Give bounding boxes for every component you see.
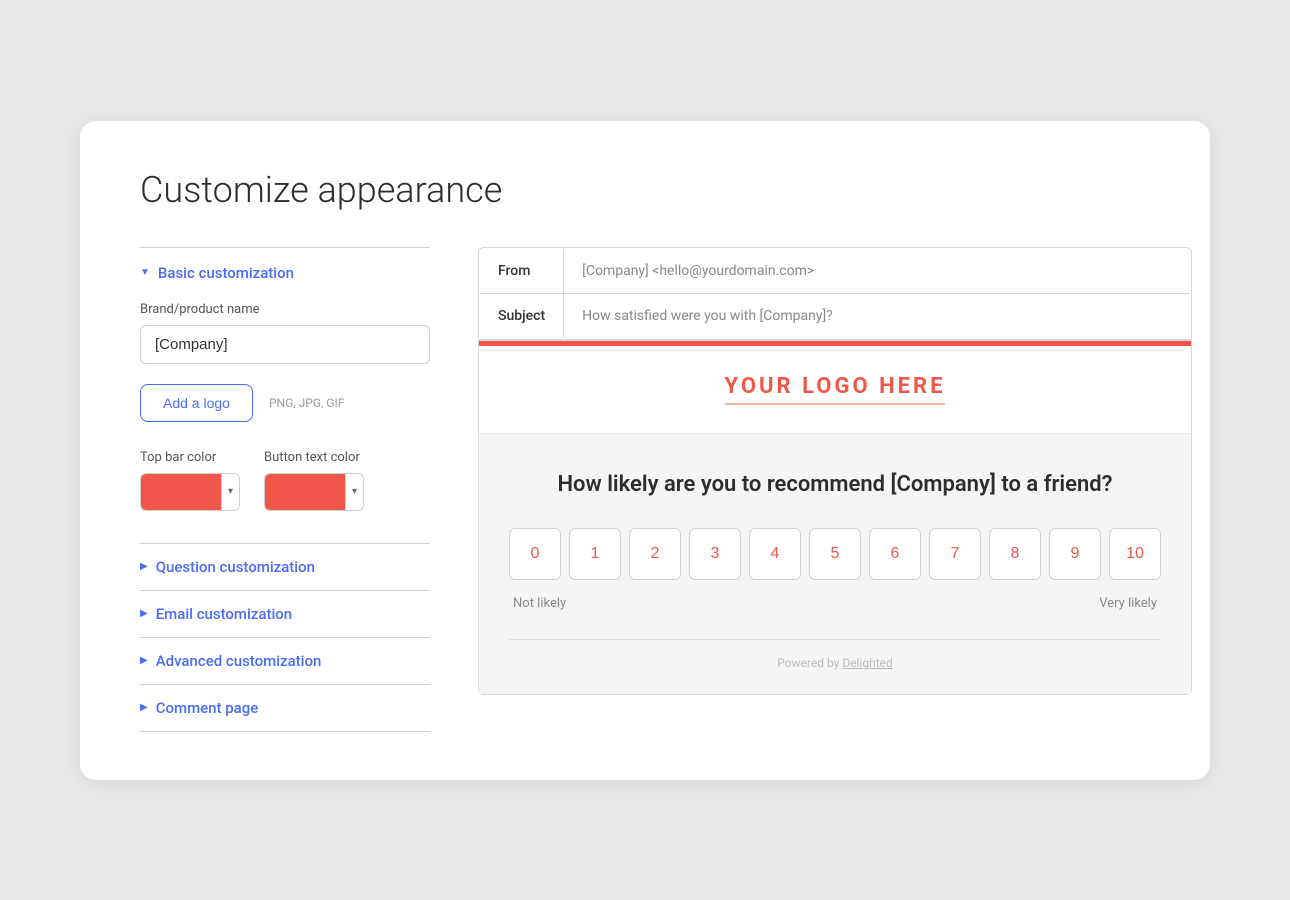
- top-bar-color-label: Top bar color: [140, 450, 240, 465]
- color-dropdown-arrow-icon: ▾: [221, 474, 239, 510]
- nps-button-10[interactable]: 10: [1109, 528, 1161, 580]
- chevron-right-icon: [140, 608, 148, 619]
- button-text-color-label: Button text color: [264, 450, 364, 465]
- button-text-color-swatch: [265, 474, 345, 510]
- top-bar-color-picker[interactable]: ▾: [140, 473, 240, 511]
- nps-button-3[interactable]: 3: [689, 528, 741, 580]
- nps-button-6[interactable]: 6: [869, 528, 921, 580]
- subject-label: Subject: [480, 293, 564, 338]
- advanced-customization-label: Advanced customization: [156, 652, 322, 670]
- comment-page-label: Comment page: [156, 699, 259, 717]
- chevron-down-icon: [140, 267, 150, 278]
- survey-body: How likely are you to recommend [Company…: [479, 434, 1191, 695]
- page-title: Customize appearance: [140, 169, 1150, 211]
- button-text-color-picker[interactable]: ▾: [264, 473, 364, 511]
- survey-question: How likely are you to recommend [Company…: [509, 470, 1161, 501]
- nps-button-7[interactable]: 7: [929, 528, 981, 580]
- nps-button-1[interactable]: 1: [569, 528, 621, 580]
- email-preview-table: From [Company] <hello@yourdomain.com> Su…: [479, 248, 1191, 339]
- from-row: From [Company] <hello@yourdomain.com>: [480, 248, 1191, 293]
- basic-customization-label: Basic customization: [158, 264, 294, 282]
- add-logo-button[interactable]: Add a logo: [140, 384, 253, 422]
- logo-row: Add a logo PNG, JPG, GIF: [140, 384, 430, 422]
- chevron-right-icon: [140, 702, 148, 713]
- from-value: [Company] <hello@yourdomain.com>: [564, 248, 1191, 293]
- comment-page-section[interactable]: Comment page: [140, 684, 430, 732]
- top-bar-color-swatch: [141, 474, 221, 510]
- main-card: Customize appearance Basic customization…: [80, 121, 1210, 780]
- nps-button-4[interactable]: 4: [749, 528, 801, 580]
- top-bar-color-field: Top bar color ▾: [140, 450, 240, 511]
- brand-name-input[interactable]: [140, 325, 430, 364]
- survey-preview: YOUR LOGO HERE How likely are you to rec…: [478, 340, 1192, 696]
- nps-button-5[interactable]: 5: [809, 528, 861, 580]
- nps-button-9[interactable]: 9: [1049, 528, 1101, 580]
- not-likely-label: Not likely: [513, 596, 566, 611]
- color-row: Top bar color ▾ Button text color ▾: [140, 450, 430, 511]
- basic-customization-header[interactable]: Basic customization: [140, 264, 430, 282]
- chevron-right-icon: [140, 561, 148, 572]
- file-hint: PNG, JPG, GIF: [269, 396, 344, 410]
- powered-by-brand[interactable]: Delighted: [842, 656, 892, 670]
- logo-placeholder: YOUR LOGO HERE: [725, 374, 946, 405]
- nps-button-0[interactable]: 0: [509, 528, 561, 580]
- button-color-dropdown-arrow-icon: ▾: [345, 474, 363, 510]
- from-label: From: [480, 248, 564, 293]
- subject-value: How satisfied were you with [Company]?: [564, 293, 1191, 338]
- brand-name-field: Brand/product name: [140, 302, 430, 364]
- subject-row: Subject How satisfied were you with [Com…: [480, 293, 1191, 338]
- nps-scale: 012345678910: [509, 528, 1161, 580]
- question-customization-label: Question customization: [156, 558, 315, 576]
- powered-by-text: Powered by: [777, 656, 839, 670]
- email-preview-table-wrapper: From [Company] <hello@yourdomain.com> Su…: [478, 247, 1192, 340]
- advanced-customization-section[interactable]: Advanced customization: [140, 637, 430, 684]
- email-customization-section[interactable]: Email customization: [140, 590, 430, 637]
- question-customization-section[interactable]: Question customization: [140, 543, 430, 590]
- right-panel: From [Company] <hello@yourdomain.com> Su…: [478, 247, 1192, 696]
- chevron-right-icon: [140, 655, 148, 666]
- nps-button-2[interactable]: 2: [629, 528, 681, 580]
- nps-button-8[interactable]: 8: [989, 528, 1041, 580]
- left-panel: Basic customization Brand/product name A…: [140, 247, 430, 732]
- brand-name-label: Brand/product name: [140, 302, 430, 317]
- email-customization-label: Email customization: [156, 605, 292, 623]
- nps-labels: Not likely Very likely: [509, 596, 1161, 611]
- logo-area: YOUR LOGO HERE: [479, 346, 1191, 434]
- button-text-color-field: Button text color ▾: [264, 450, 364, 511]
- powered-by: Powered by Delighted: [509, 639, 1161, 670]
- very-likely-label: Very likely: [1099, 596, 1157, 611]
- content-layout: Basic customization Brand/product name A…: [140, 247, 1150, 732]
